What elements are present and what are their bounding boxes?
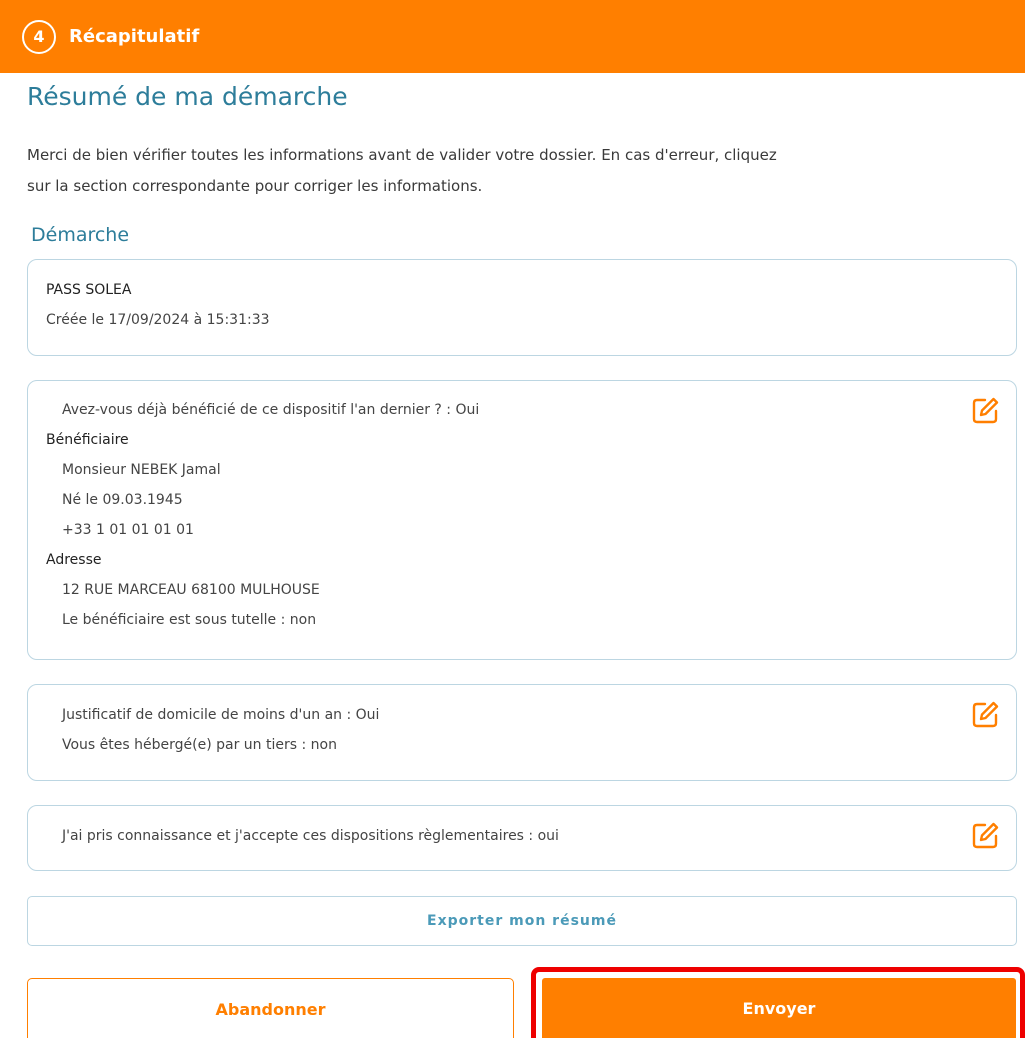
guardianship-answer: Le bénéficiaire est sous tutelle : non xyxy=(62,612,317,628)
beneficiary-birth-date: Né le 09.03.1945 xyxy=(62,492,183,508)
beneficiary-label: Bénéficiaire xyxy=(46,432,129,448)
step-title: Récapitulatif xyxy=(69,26,200,47)
section-title-demarche: Démarche xyxy=(31,224,130,246)
send-button[interactable]: Envoyer xyxy=(542,978,1016,1038)
hosted-answer: Vous êtes hébergé(e) par un tiers : non xyxy=(62,737,337,753)
residence-proof-answer: Justificatif de domicile de moins d'un a… xyxy=(62,707,380,723)
demarche-name: PASS SOLEA xyxy=(46,282,132,298)
intro-text: Merci de bien vérifier toutes les inform… xyxy=(27,140,1017,202)
demarche-created-date: Créée le 17/09/2024 à 15:31:33 xyxy=(46,312,270,328)
abandon-button[interactable]: Abandonner xyxy=(27,978,514,1038)
address-label: Adresse xyxy=(46,552,102,568)
edit-pencil-icon[interactable] xyxy=(970,396,1000,426)
intro-line-1: Merci de bien vérifier toutes les inform… xyxy=(27,146,777,164)
terms-acceptance-answer: J'ai pris connaissance et j'accepte ces … xyxy=(62,828,559,844)
beneficiary-name: Monsieur NEBEK Jamal xyxy=(62,462,221,478)
intro-line-2: sur la section correspondante pour corri… xyxy=(27,177,483,195)
beneficiary-summary-card[interactable]: Avez-vous déjà bénéficié de ce dispositi… xyxy=(27,380,1017,660)
step-number-badge: 4 xyxy=(22,19,56,54)
demarche-card: PASS SOLEA Créée le 17/09/2024 à 15:31:3… xyxy=(27,259,1017,356)
step-header: 4 Récapitulatif xyxy=(0,0,1025,73)
beneficiary-address: 12 RUE MARCEAU 68100 MULHOUSE xyxy=(62,582,320,598)
terms-summary-card[interactable]: J'ai pris connaissance et j'accepte ces … xyxy=(27,805,1017,871)
export-summary-button[interactable]: Exporter mon résumé xyxy=(27,896,1017,946)
beneficiary-phone: +33 1 01 01 01 01 xyxy=(62,522,194,538)
page-title: Résumé de ma démarche xyxy=(27,82,348,111)
housing-summary-card[interactable]: Justificatif de domicile de moins d'un a… xyxy=(27,684,1017,781)
edit-pencil-icon[interactable] xyxy=(970,821,1000,851)
edit-pencil-icon[interactable] xyxy=(970,700,1000,730)
previous-benefit-answer: Avez-vous déjà bénéficié de ce dispositi… xyxy=(62,402,480,418)
page: 4 Récapitulatif Résumé de ma démarche Me… xyxy=(0,0,1025,1038)
